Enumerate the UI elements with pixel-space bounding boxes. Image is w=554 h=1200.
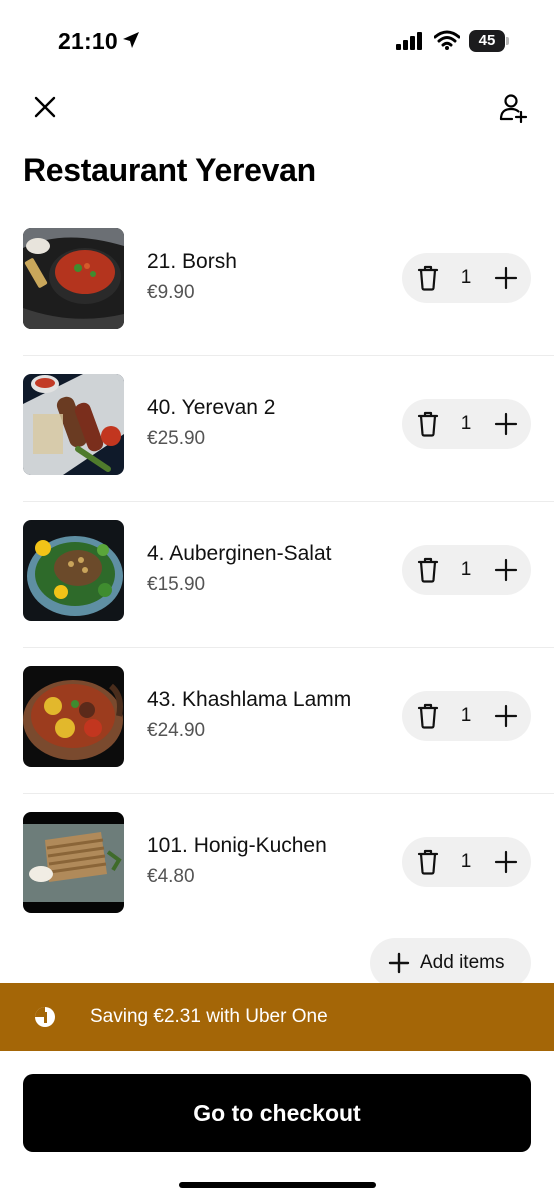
quantity-value: 1 (460, 267, 472, 288)
add-items-label: Add items (420, 952, 505, 973)
battery-level: 45 (469, 30, 505, 52)
quantity-value: 1 (460, 705, 472, 726)
item-name: 101. Honig-Kuchen (147, 834, 327, 857)
uber-one-savings-banner: Saving €2.31 with Uber One (0, 983, 554, 1051)
plus-icon[interactable] (494, 558, 518, 582)
cart-item: 40. Yerevan 2 €25.90 1 (0, 356, 554, 502)
cart-item: 21. Borsh €9.90 1 (0, 210, 554, 356)
item-name: 21. Borsh (147, 250, 237, 273)
borsh-photo (23, 228, 124, 329)
quantity-stepper: 1 (402, 399, 531, 449)
quantity-value: 1 (460, 851, 472, 872)
item-name: 43. Khashlama Lamm (147, 688, 352, 711)
quantity-stepper: 1 (402, 837, 531, 887)
go-to-checkout-button[interactable]: Go to checkout (23, 1074, 531, 1152)
item-price: €24.90 (147, 720, 206, 741)
add-person-button[interactable] (494, 88, 534, 128)
trash-icon[interactable] (416, 265, 440, 291)
item-price: €15.90 (147, 574, 206, 595)
close-button[interactable] (28, 90, 62, 124)
status-time: 21:10 (58, 28, 118, 54)
quantity-value: 1 (460, 413, 472, 434)
battery-cap (506, 37, 509, 45)
item-price: €25.90 (147, 428, 206, 449)
cellular-signal-icon (396, 32, 424, 55)
cart-item: 4. Auberginen-Salat €15.90 1 (0, 502, 554, 648)
plus-icon[interactable] (494, 850, 518, 874)
quantity-stepper: 1 (402, 691, 531, 741)
home-indicator (179, 1182, 376, 1188)
cart-item: 101. Honig-Kuchen €4.80 1 (0, 794, 554, 940)
add-items-button[interactable]: Add items (370, 938, 531, 988)
restaurant-title: Restaurant Yerevan (23, 152, 316, 188)
cart-item: 43. Khashlama Lamm €24.90 1 (0, 648, 554, 794)
yerevan-2-photo (23, 374, 124, 475)
status-bar: 21:10 45 (0, 0, 554, 80)
item-name: 4. Auberginen-Salat (147, 542, 332, 565)
trash-icon[interactable] (416, 849, 440, 875)
auberginen-salat-photo (23, 520, 124, 621)
plus-icon[interactable] (494, 704, 518, 728)
trash-icon[interactable] (416, 557, 440, 583)
quantity-stepper: 1 (402, 545, 531, 595)
item-price: €9.90 (147, 282, 195, 303)
add-person-icon (499, 94, 528, 123)
uber-one-icon (35, 1007, 55, 1027)
trash-icon[interactable] (416, 411, 440, 437)
plus-icon[interactable] (494, 412, 518, 436)
plus-icon[interactable] (494, 266, 518, 290)
plus-icon (388, 952, 410, 974)
khashlama-lamm-photo (23, 666, 124, 767)
item-name: 40. Yerevan 2 (147, 396, 276, 419)
location-arrow-icon (121, 30, 141, 55)
quantity-value: 1 (460, 559, 472, 580)
item-price: €4.80 (147, 866, 195, 887)
battery-icon: 45 (469, 30, 509, 52)
wifi-icon (433, 30, 461, 55)
savings-text: Saving €2.31 with Uber One (90, 1006, 328, 1027)
honig-kuchen-photo (23, 812, 124, 913)
trash-icon[interactable] (416, 703, 440, 729)
close-icon (34, 96, 56, 118)
quantity-stepper: 1 (402, 253, 531, 303)
